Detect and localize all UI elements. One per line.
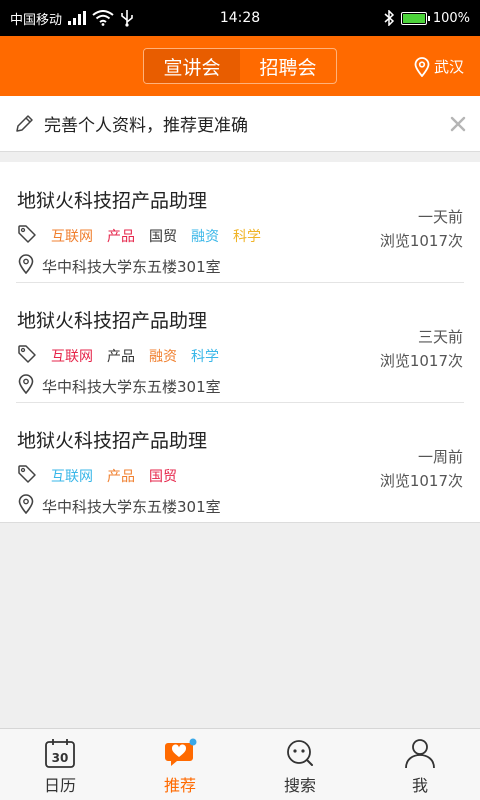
listing-views: 浏览1017次 [379, 472, 463, 490]
tab-search[interactable]: 搜索 [240, 729, 360, 800]
address-row: 华中科技大学东五楼301室 [17, 254, 221, 278]
tab-me[interactable]: 我 [360, 729, 480, 800]
tag-icon [17, 344, 37, 368]
address-row: 华中科技大学东五楼301室 [17, 374, 221, 398]
carrier-label: 中国移动 [10, 12, 63, 28]
listing-views: 浏览1017次 [379, 352, 463, 370]
person-icon [405, 739, 435, 769]
profile-tip-banner[interactable]: 完善个人资料，推荐更准确 [0, 96, 480, 152]
category-tag: 产品 [107, 469, 135, 485]
location-selector[interactable]: 武汉 [414, 56, 464, 77]
tab-me-label: 我 [411, 776, 428, 795]
category-tag: 产品 [107, 229, 135, 245]
location-pin-icon [17, 494, 35, 518]
listing-address: 华中科技大学东五楼301室 [42, 257, 221, 276]
listing-views: 浏览1017次 [379, 232, 463, 250]
tag-row: 互联网 产品 国贸 [17, 464, 177, 488]
category-tag: 国贸 [149, 469, 177, 485]
location-pin-icon [17, 374, 35, 398]
tab-calendar[interactable]: 30 日历 [0, 729, 120, 800]
listing-time: 一周前 [417, 448, 463, 466]
category-tag: 融资 [191, 229, 219, 245]
event-type-switch: 宣讲会 招聘会 [143, 48, 337, 84]
search-bubble-icon [287, 740, 313, 766]
listing-title: 地狱火科技招产品助理 [17, 430, 208, 452]
listing-address: 华中科技大学东五楼301室 [42, 497, 221, 516]
category-tag: 互联网 [51, 349, 93, 365]
tag-row: 互联网 产品 国贸 融资 科学 [17, 224, 261, 248]
listing-card[interactable]: 地狱火科技招产品助理 互联网 产品 融资 科学 华中科技大学东五楼301室 三天前 浏… [0, 282, 480, 402]
category-tag: 科学 [191, 349, 219, 365]
tag-icon [17, 224, 37, 248]
bluetooth-icon [384, 10, 394, 26]
calendar-day: 30 [52, 751, 69, 765]
usb-icon [121, 10, 133, 27]
tab-recommend[interactable]: 推荐 [120, 729, 240, 800]
listing-list: 地狱火科技招产品助理 互联网 产品 国贸 融资 科学 华中科技大学东五楼301室 一天前… [0, 162, 480, 523]
category-tag: 融资 [149, 349, 177, 365]
app-header: 宣讲会 招聘会 武汉 [0, 36, 480, 96]
heart-chat-icon [165, 738, 197, 766]
listing-address: 华中科技大学东五楼301室 [42, 377, 221, 396]
tag-row: 互联网 产品 融资 科学 [17, 344, 219, 368]
tab-xuanjianghui[interactable]: 宣讲会 [144, 49, 240, 83]
tip-text: 完善个人资料，推荐更准确 [44, 116, 248, 136]
tag-icon [17, 464, 37, 488]
battery-label: 100% [432, 10, 470, 26]
listing-card[interactable]: 地狱火科技招产品助理 互联网 产品 国贸 融资 科学 华中科技大学东五楼301室 一天前… [0, 162, 480, 282]
wifi-icon [92, 10, 114, 26]
listing-title: 地狱火科技招产品助理 [17, 310, 208, 332]
battery-icon [400, 11, 430, 25]
tab-calendar-label: 日历 [43, 776, 76, 795]
calendar-icon: 30 [45, 739, 75, 768]
signal-icon [68, 11, 87, 25]
tab-zhaopinhui[interactable]: 招聘会 [240, 49, 336, 83]
listing-title: 地狱火科技招产品助理 [17, 190, 208, 212]
category-tag: 产品 [107, 349, 135, 365]
category-tag: 国贸 [149, 229, 177, 245]
close-icon[interactable] [448, 114, 468, 134]
location-label: 武汉 [433, 58, 464, 76]
listing-time: 一天前 [417, 208, 463, 226]
category-tag: 互联网 [51, 469, 93, 485]
status-bar: 中国移动 14:28 100% [0, 0, 480, 36]
address-row: 华中科技大学东五楼301室 [17, 494, 221, 518]
category-tag: 科学 [233, 229, 261, 245]
listing-time: 三天前 [417, 328, 463, 346]
listing-card[interactable]: 地狱火科技招产品助理 互联网 产品 国贸 华中科技大学东五楼301室 一周前 浏览1… [0, 402, 480, 522]
pencil-icon [16, 114, 33, 132]
category-tag: 互联网 [51, 229, 93, 245]
location-pin-icon [17, 254, 35, 278]
tab-search-label: 搜索 [283, 776, 316, 795]
location-pin-icon [414, 56, 430, 77]
bottom-tab-bar: 30 日历 推荐 搜索 我 [0, 728, 480, 800]
tab-recommend-label: 推荐 [163, 776, 196, 795]
